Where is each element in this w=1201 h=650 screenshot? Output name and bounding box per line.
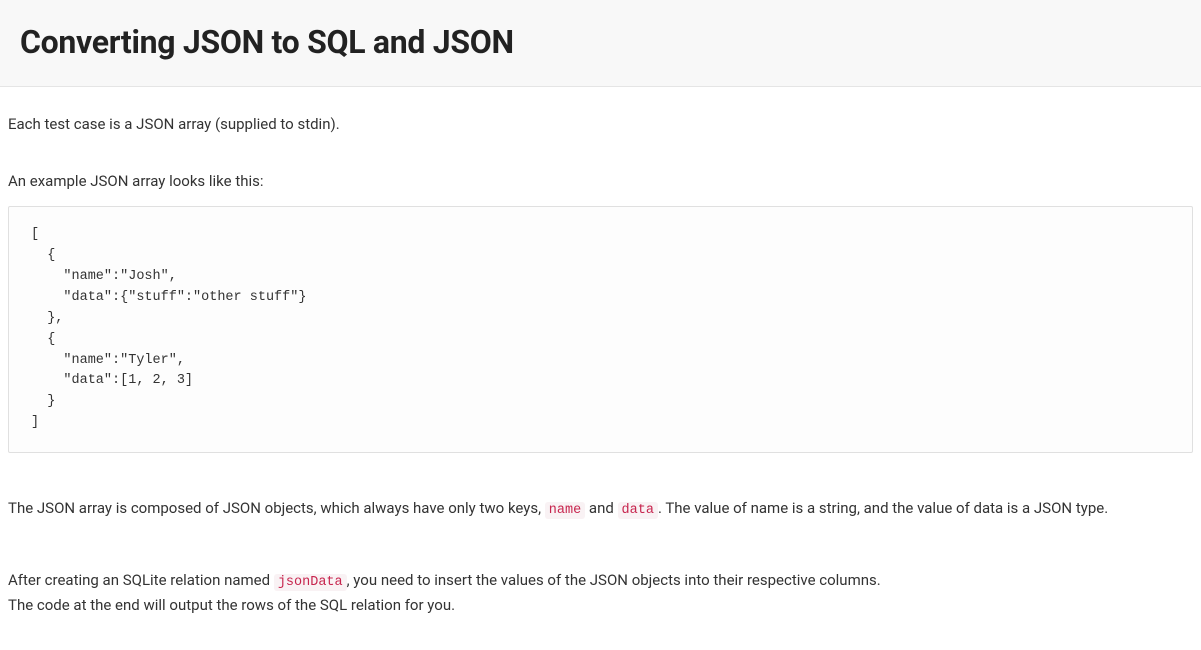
page-title: Converting JSON to SQL and JSON [20,18,1181,66]
explanation-paragraph: The JSON array is composed of JSON objec… [8,497,1193,521]
explanation-text-post: . The value of name is a string, and the… [658,499,1108,517]
instruction-text-post: , you need to insert the values of the J… [347,571,881,589]
instruction-text-pre: After creating an SQLite relation named [8,571,274,589]
inline-code-data: data [618,502,658,519]
explanation-text-mid: and [585,499,617,517]
code-block: [ { "name":"Josh", "data":{"stuff":"othe… [8,206,1193,453]
header-region: Converting JSON to SQL and JSON [0,0,1201,87]
example-lead: An example JSON array looks like this: [8,170,1193,193]
instruction-line2: The code at the end will output the rows… [8,596,455,614]
inline-code-jsondata: jsonData [274,574,347,591]
inline-code-name: name [545,502,585,519]
intro-paragraph: Each test case is a JSON array (supplied… [8,113,1193,136]
instruction-paragraph: After creating an SQLite relation named … [8,569,1193,616]
content-region: Each test case is a JSON array (supplied… [0,87,1201,650]
explanation-text-pre: The JSON array is composed of JSON objec… [8,499,545,517]
